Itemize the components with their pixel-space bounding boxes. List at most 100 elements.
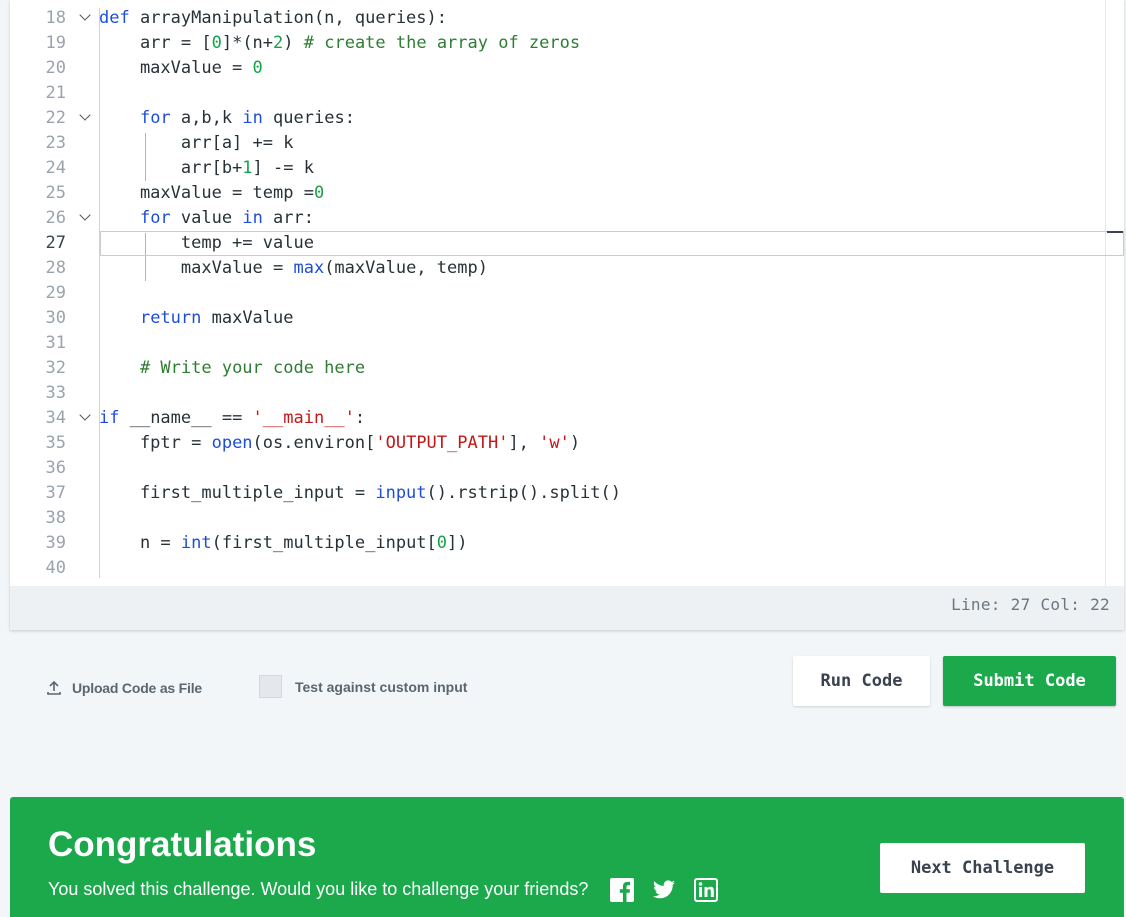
code-token: return	[139, 308, 202, 328]
fold-chevron-icon[interactable]	[80, 213, 90, 223]
code-text: n = int(first_multiple_input[0])	[99, 531, 468, 556]
code-line[interactable]: 32 # Write your code here	[10, 356, 1124, 381]
code-token: maxValue = temp =	[99, 183, 314, 203]
submit-code-button[interactable]: Submit Code	[943, 656, 1116, 706]
code-line[interactable]: 27 temp += value	[10, 231, 1124, 256]
code-line[interactable]: 29	[10, 281, 1124, 306]
line-number: 29	[45, 283, 66, 303]
social-share	[610, 878, 718, 902]
upload-code-button[interactable]: Upload Code as File	[46, 677, 202, 699]
code-token: '__main__'	[252, 408, 355, 428]
run-code-button[interactable]: Run Code	[793, 656, 930, 706]
fold-chevron-icon[interactable]	[80, 13, 90, 23]
facebook-icon[interactable]	[610, 878, 634, 902]
code-line[interactable]: 19 arr = [0]*(n+2) # create the array of…	[10, 31, 1124, 56]
code-text: arr = [0]*(n+2) # create the array of ze…	[99, 31, 580, 56]
line-number: 23	[45, 133, 66, 153]
code-token: arr:	[262, 208, 314, 228]
code-token: maxValue	[201, 308, 294, 328]
code-line[interactable]: 38	[10, 506, 1124, 531]
code-line[interactable]: 20 maxValue = 0	[10, 56, 1124, 81]
code-line[interactable]: 18 def arrayManipulation(n, queries):	[10, 6, 1124, 31]
code-token: max	[293, 258, 325, 278]
line-number: 35	[45, 433, 66, 453]
code-text: fptr = open(os.environ['OUTPUT_PATH'], '…	[99, 431, 580, 456]
code-token: 0	[313, 183, 325, 203]
code-token: input	[375, 483, 427, 503]
fold-chevron-icon[interactable]	[80, 413, 90, 423]
code-token: temp += value	[99, 233, 314, 253]
code-editor[interactable]: 18 def arrayManipulation(n, queries): 19 a…	[10, 0, 1124, 630]
twitter-icon[interactable]	[652, 878, 676, 902]
line-number: 26	[45, 208, 66, 228]
congratulations-subtitle: You solved this challenge. Would you lik…	[48, 879, 589, 899]
line-number: 40	[45, 558, 66, 578]
custom-input-toggle[interactable]: Test against custom input	[259, 675, 467, 698]
code-line[interactable]: 40	[10, 556, 1124, 581]
code-line[interactable]: 22 for a,b,k in queries:	[10, 106, 1124, 131]
code-line[interactable]: 23 arr[a] += k	[10, 131, 1124, 156]
code-token: )	[569, 433, 581, 453]
line-number: 37	[45, 483, 66, 503]
line-number: 38	[45, 508, 66, 528]
custom-input-label: Test against custom input	[295, 678, 468, 695]
code-line[interactable]: 33	[10, 381, 1124, 406]
line-number: 19	[45, 33, 66, 53]
upload-code-label: Upload Code as File	[72, 680, 202, 696]
code-token: 0	[436, 533, 448, 553]
code-token: a,b,k	[170, 108, 243, 128]
code-token: queries:	[262, 108, 355, 128]
code-line[interactable]: 26 for value in arr:	[10, 206, 1124, 231]
code-line[interactable]: 28 maxValue = max(maxValue, temp)	[10, 256, 1124, 281]
code-line[interactable]: 31	[10, 331, 1124, 356]
line-number: 27	[45, 233, 66, 253]
code-text: temp += value	[99, 231, 314, 256]
line-number: 24	[45, 158, 66, 178]
code-token: __name__ ==	[119, 408, 253, 428]
code-token: (os.environ[	[252, 433, 376, 453]
line-number: 39	[45, 533, 66, 553]
code-line[interactable]: 21	[10, 81, 1124, 106]
code-token: n =	[99, 533, 181, 553]
code-line[interactable]: 24 arr[b+1] -= k	[10, 156, 1124, 181]
code-token: for	[139, 108, 171, 128]
code-token: 1	[242, 158, 253, 178]
code-token: ],	[508, 433, 540, 453]
line-number: 22	[45, 108, 66, 128]
code-line[interactable]: 34 if __name__ == '__main__':	[10, 406, 1124, 431]
code-token: :	[354, 408, 366, 428]
line-number: 36	[45, 458, 66, 478]
code-token: first_multiple_input =	[99, 483, 376, 503]
line-number: 32	[45, 358, 66, 378]
code-line[interactable]: 35 fptr = open(os.environ['OUTPUT_PATH']…	[10, 431, 1124, 456]
linkedin-icon[interactable]	[694, 878, 718, 902]
code-token: ])	[447, 533, 468, 553]
line-number: 33	[45, 383, 66, 403]
code-text: return maxValue	[99, 306, 294, 331]
code-line[interactable]: 30 return maxValue	[10, 306, 1124, 331]
fold-chevron-icon[interactable]	[80, 113, 90, 123]
code-line[interactable]: 39 n = int(first_multiple_input[0])	[10, 531, 1124, 556]
editor-status-bar: Line: 27 Col: 22	[10, 586, 1124, 630]
code-text: if __name__ == '__main__':	[99, 406, 365, 431]
code-token: if	[99, 408, 120, 428]
code-token: 2	[273, 33, 284, 53]
code-token: (first_multiple_input[	[211, 533, 437, 553]
code-area[interactable]: 18 def arrayManipulation(n, queries): 19 a…	[10, 0, 1124, 586]
code-line[interactable]: 37 first_multiple_input = input().rstrip…	[10, 481, 1124, 506]
line-number: 20	[45, 58, 66, 78]
code-token: (maxValue, temp)	[324, 258, 488, 278]
code-token: # create the array of zeros	[303, 33, 581, 53]
code-text: maxValue = 0	[99, 56, 263, 81]
line-number: 30	[45, 308, 66, 328]
custom-input-checkbox[interactable]	[259, 675, 282, 698]
code-text: for value in arr:	[99, 206, 314, 231]
upload-icon	[46, 680, 62, 696]
code-text: for a,b,k in queries:	[99, 106, 355, 131]
next-challenge-button[interactable]: Next Challenge	[880, 843, 1085, 893]
code-token: # Write your code here	[139, 358, 366, 378]
code-line[interactable]: 25 maxValue = temp =0	[10, 181, 1124, 206]
code-line[interactable]: 36	[10, 456, 1124, 481]
